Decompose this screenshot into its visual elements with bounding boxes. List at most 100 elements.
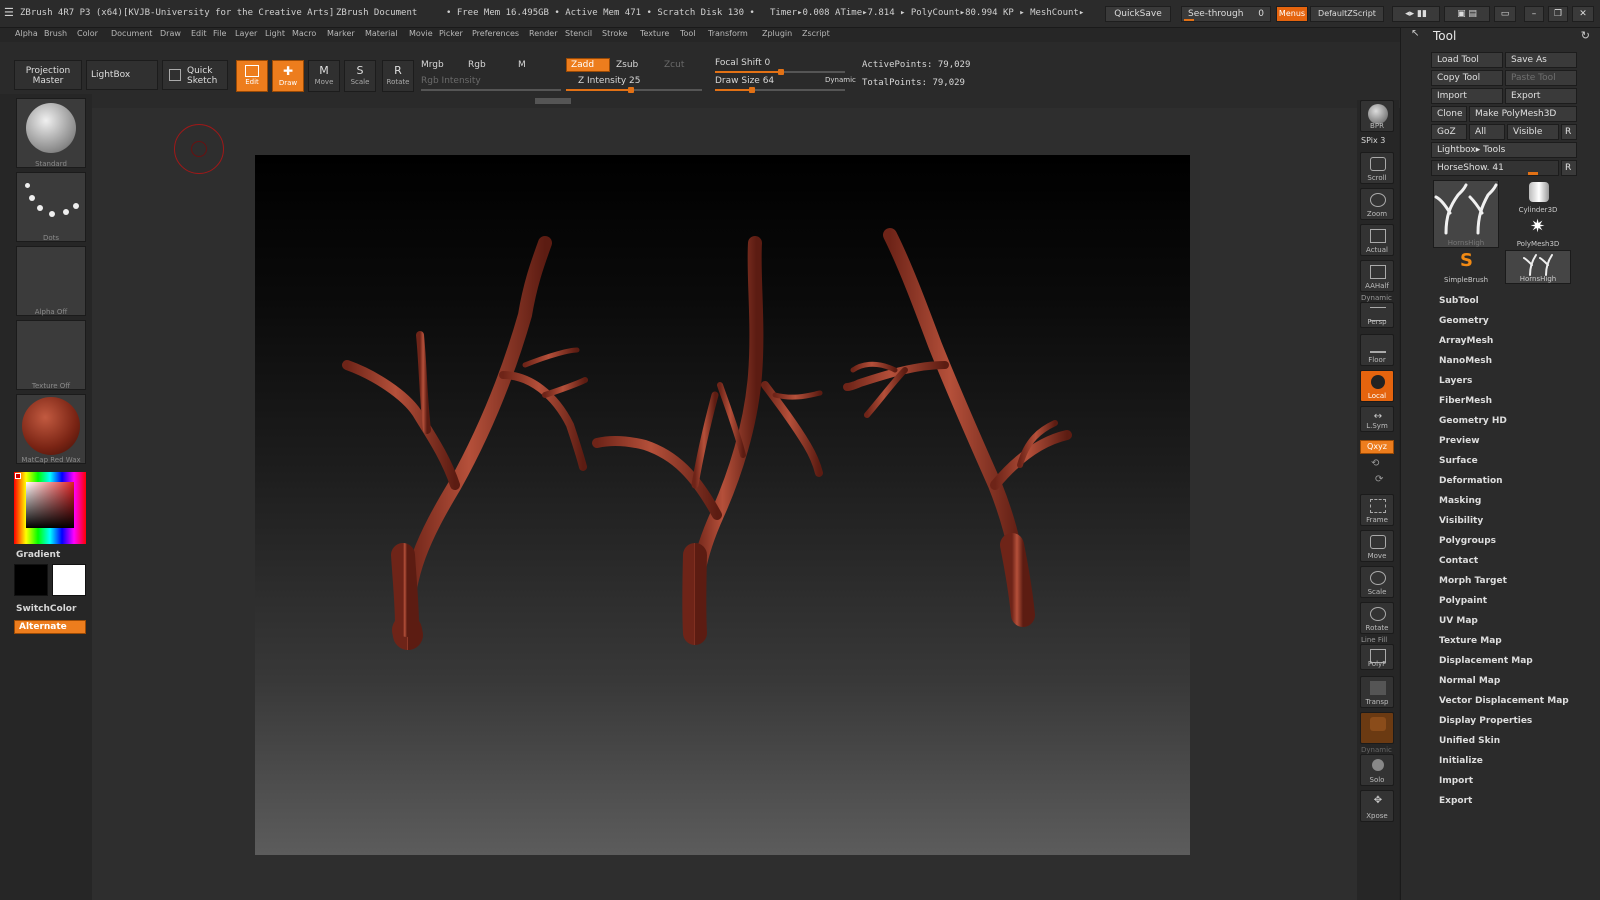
section-deformation[interactable]: Deformation xyxy=(1439,476,1503,486)
lock-icon[interactable]: ▭ xyxy=(1494,6,1516,22)
projection-master-button[interactable]: Projection Master xyxy=(14,60,82,90)
move-view-button[interactable]: Move xyxy=(1360,530,1394,562)
mesh-thumb-hornshigh-selected[interactable]: HornsHigh xyxy=(1433,180,1499,248)
frame-button[interactable]: Frame xyxy=(1360,494,1394,526)
zcut-button[interactable]: Zcut xyxy=(664,60,684,70)
scale-button[interactable]: S Scale xyxy=(344,60,376,92)
menu-preferences[interactable]: Preferences xyxy=(472,29,519,38)
transp-button[interactable]: Transp xyxy=(1360,676,1394,708)
stroke-selector[interactable]: Dots xyxy=(16,172,86,242)
section-contact[interactable]: Contact xyxy=(1439,556,1478,566)
rgb-intensity-slider[interactable]: Rgb Intensity xyxy=(421,76,481,86)
scale-view-button[interactable]: Scale xyxy=(1360,566,1394,598)
see-through-slider[interactable]: See-through 0 xyxy=(1181,6,1271,22)
default-zscript-button[interactable]: DefaultZScript xyxy=(1310,6,1384,22)
rotate-view-button[interactable]: Rotate xyxy=(1360,602,1394,634)
menu-edit[interactable]: Edit xyxy=(191,29,207,38)
load-tool-button[interactable]: Load Tool xyxy=(1431,52,1503,68)
focal-shift-slider[interactable]: Focal Shift 0 xyxy=(715,58,770,68)
texture-selector[interactable]: Texture Off xyxy=(16,320,86,390)
edit-button[interactable]: Edit xyxy=(236,60,268,92)
section-masking[interactable]: Masking xyxy=(1439,496,1481,506)
z-intensity-knob[interactable] xyxy=(628,87,634,93)
zsub-button[interactable]: Zsub xyxy=(616,60,638,70)
menu-texture[interactable]: Texture xyxy=(640,29,669,38)
goz-visible-button[interactable]: Visible xyxy=(1507,124,1559,140)
floor-button[interactable]: Floor xyxy=(1360,334,1394,366)
goz-button[interactable]: GoZ xyxy=(1431,124,1467,140)
alternate-button[interactable]: Alternate xyxy=(14,620,86,634)
minimize-icon[interactable]: – xyxy=(1524,6,1544,22)
quick-sketch-button[interactable]: Quick Sketch xyxy=(162,60,228,90)
paste-tool-button[interactable]: Paste Tool xyxy=(1505,70,1577,86)
tool-r-button[interactable]: R xyxy=(1561,160,1577,176)
ghost-button[interactable] xyxy=(1360,712,1394,744)
export-tool-button[interactable]: Export xyxy=(1505,88,1577,104)
solo-button[interactable]: Solo xyxy=(1360,754,1394,786)
menu-layer[interactable]: Layer xyxy=(235,29,257,38)
move-button[interactable]: M Move xyxy=(308,60,340,92)
section-polygroups[interactable]: Polygroups xyxy=(1439,536,1496,546)
goz-all-button[interactable]: All xyxy=(1469,124,1505,140)
copy-tool-button[interactable]: Copy Tool xyxy=(1431,70,1503,86)
section-morph-target[interactable]: Morph Target xyxy=(1439,576,1507,586)
draw-button[interactable]: ✚ Draw xyxy=(272,60,304,92)
import-tool-button[interactable]: Import xyxy=(1431,88,1503,104)
section-arraymesh[interactable]: ArrayMesh xyxy=(1439,336,1493,346)
rotate-button[interactable]: R Rotate xyxy=(382,60,414,92)
menu-transform[interactable]: Transform xyxy=(708,29,748,38)
goz-r-button[interactable]: R xyxy=(1561,124,1577,140)
palette-back-icon[interactable]: ↖ xyxy=(1411,28,1419,39)
primary-color-swatch[interactable] xyxy=(14,564,48,596)
menu-movie[interactable]: Movie xyxy=(409,29,433,38)
section-export[interactable]: Export xyxy=(1439,796,1472,806)
secondary-color-swatch[interactable] xyxy=(52,564,86,596)
alpha-selector[interactable]: Alpha Off xyxy=(16,246,86,316)
quicksave-button[interactable]: QuickSave xyxy=(1105,6,1171,22)
maximize-icon[interactable]: ❐ xyxy=(1548,6,1568,22)
persp-button[interactable]: Persp xyxy=(1360,302,1394,328)
lsym-button[interactable]: ↔ L.Sym xyxy=(1360,406,1394,432)
menu-zscript[interactable]: Zscript xyxy=(802,29,830,38)
mesh-thumb-hornshigh[interactable]: HornsHigh xyxy=(1505,250,1571,284)
bpr-button[interactable]: BPR xyxy=(1360,100,1394,132)
section-visibility[interactable]: Visibility xyxy=(1439,516,1483,526)
document-canvas[interactable] xyxy=(255,155,1190,855)
actual-button[interactable]: Actual xyxy=(1360,224,1394,256)
mesh-thumb-simplebrush[interactable]: S SimpleBrush xyxy=(1433,250,1499,284)
mrgb-button[interactable]: Mrgb xyxy=(421,60,444,70)
zoom-button[interactable]: Zoom xyxy=(1360,188,1394,220)
menu-draw[interactable]: Draw xyxy=(160,29,181,38)
save-as-button[interactable]: Save As xyxy=(1505,52,1577,68)
layout-arrows-icon[interactable]: ◂▸ ▮▮ xyxy=(1392,6,1440,22)
m-button[interactable]: M xyxy=(518,60,526,70)
shelf-scrollbar[interactable] xyxy=(535,98,571,104)
menu-file[interactable]: File xyxy=(213,29,226,38)
clone-button[interactable]: Clone xyxy=(1431,106,1467,122)
dynamic-toggle[interactable]: Dynamic xyxy=(825,76,856,84)
section-fibermesh[interactable]: FiberMesh xyxy=(1439,396,1492,406)
window-layout-icon[interactable]: ▣ ▤ xyxy=(1444,6,1490,22)
lightbox-button[interactable]: LightBox xyxy=(86,60,158,90)
section-import[interactable]: Import xyxy=(1439,776,1473,786)
rotate-y-icon[interactable]: ⟲ xyxy=(1371,458,1379,469)
section-uv-map[interactable]: UV Map xyxy=(1439,616,1478,626)
material-selector[interactable]: MatCap Red Wax xyxy=(16,394,86,464)
color-picker-square[interactable] xyxy=(26,482,74,528)
section-nanomesh[interactable]: NanoMesh xyxy=(1439,356,1492,366)
mesh-thumb-polymesh3d[interactable]: ✷ PolyMesh3D xyxy=(1505,216,1571,248)
xyz-button[interactable]: Qxyz xyxy=(1360,440,1394,454)
current-tool-slider[interactable]: HorseShow. 41 xyxy=(1431,160,1559,176)
menu-render[interactable]: Render xyxy=(529,29,557,38)
menu-document[interactable]: Document xyxy=(111,29,152,38)
section-texture-map[interactable]: Texture Map xyxy=(1439,636,1502,646)
menu-material[interactable]: Material xyxy=(365,29,398,38)
xpose-button[interactable]: ✥ Xpose xyxy=(1360,790,1394,822)
menu-tool[interactable]: Tool xyxy=(680,29,696,38)
section-polypaint[interactable]: Polypaint xyxy=(1439,596,1487,606)
aahalf-button[interactable]: AAHalf xyxy=(1360,260,1394,292)
section-surface[interactable]: Surface xyxy=(1439,456,1478,466)
rotate-z-icon[interactable]: ⟳ xyxy=(1375,474,1383,485)
section-displacement-map[interactable]: Displacement Map xyxy=(1439,656,1533,666)
section-normal-map[interactable]: Normal Map xyxy=(1439,676,1500,686)
